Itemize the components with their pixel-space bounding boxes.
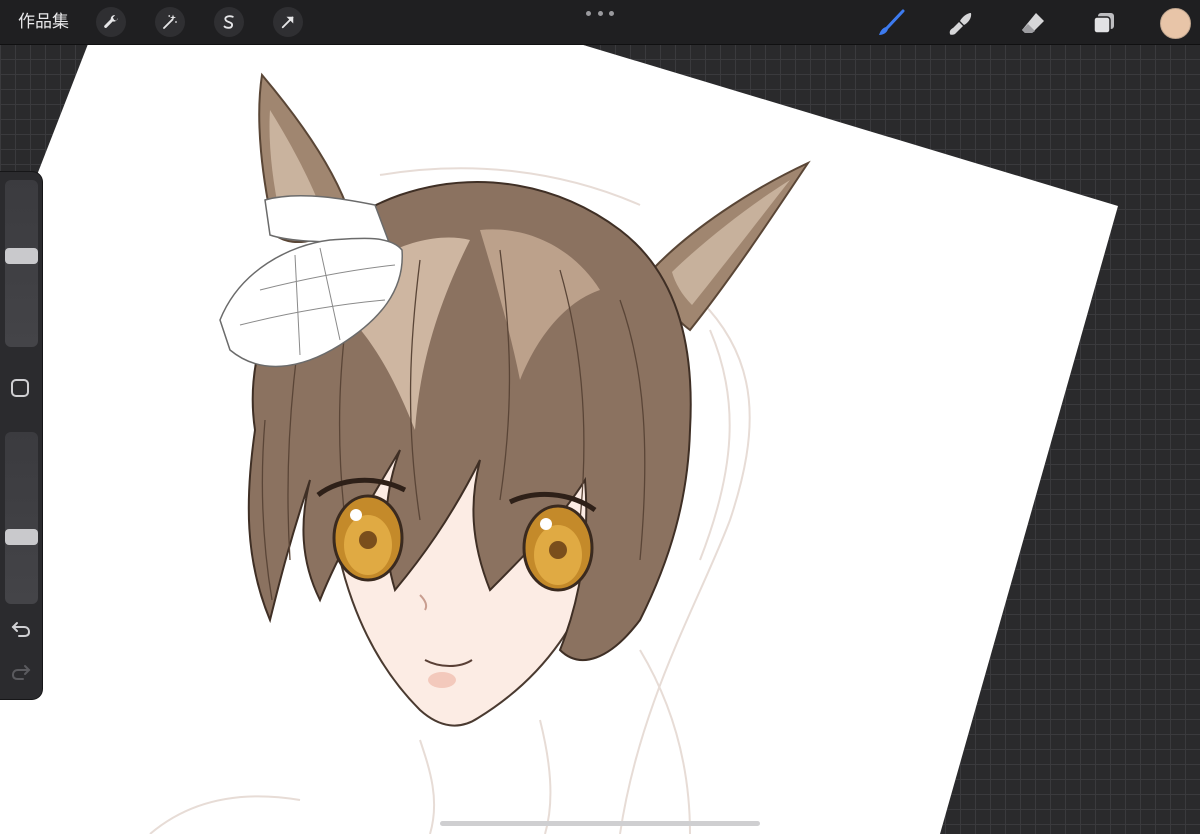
opacity-thumb[interactable] xyxy=(5,529,38,545)
redo-button[interactable] xyxy=(9,661,33,683)
top-toolbar: 作品集 xyxy=(0,0,1200,45)
transform-button[interactable] xyxy=(273,7,303,37)
adjustments-button[interactable] xyxy=(155,7,185,37)
smudge-icon xyxy=(949,13,972,35)
undo-button[interactable] xyxy=(9,618,33,640)
selection-button[interactable] xyxy=(214,7,244,37)
smudge-tool[interactable] xyxy=(946,8,976,38)
ellipsis-icon[interactable] xyxy=(586,6,614,20)
eraser-tool[interactable] xyxy=(1018,8,1048,38)
layers-tool[interactable] xyxy=(1089,8,1119,38)
square-icon[interactable] xyxy=(11,379,29,397)
artwork-canvas[interactable] xyxy=(0,0,1200,834)
magic-wand-icon xyxy=(163,14,177,29)
home-indicator xyxy=(440,821,760,826)
transform-arrow-icon xyxy=(281,16,294,29)
undo-icon xyxy=(11,622,31,637)
selection-icon xyxy=(223,15,234,29)
opacity-slider[interactable] xyxy=(5,432,38,604)
gallery-button[interactable]: 作品集 xyxy=(18,9,69,35)
actions-button[interactable] xyxy=(96,7,126,37)
redo-icon xyxy=(11,665,31,680)
color-swatch[interactable] xyxy=(1160,8,1191,39)
brush-size-thumb[interactable] xyxy=(5,248,38,264)
brush-icon xyxy=(879,9,905,35)
layers-icon xyxy=(1093,13,1114,34)
wrench-icon xyxy=(104,15,118,28)
brush-tool[interactable] xyxy=(876,8,906,38)
brush-size-slider[interactable] xyxy=(5,180,38,347)
eraser-icon xyxy=(1022,13,1044,33)
left-sidebar xyxy=(0,172,42,699)
lip-shading xyxy=(428,672,456,688)
